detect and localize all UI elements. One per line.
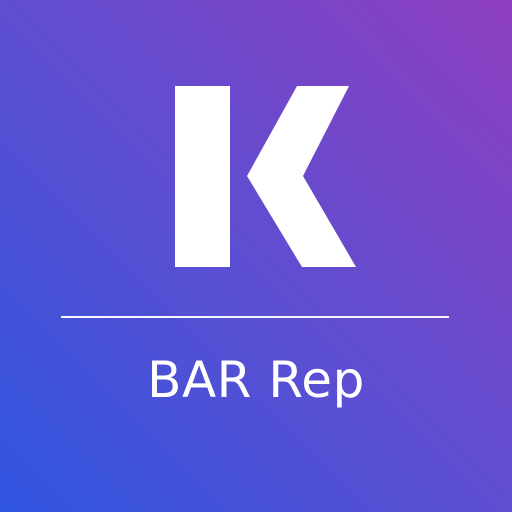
app-name-label: BAR Rep <box>147 351 365 409</box>
k-stem-shape <box>175 86 230 267</box>
divider-line <box>61 316 449 318</box>
app-icon[interactable]: BAR Rep <box>0 0 512 512</box>
letter-k-logo-icon <box>175 86 356 267</box>
k-chevron-shape <box>247 86 356 267</box>
